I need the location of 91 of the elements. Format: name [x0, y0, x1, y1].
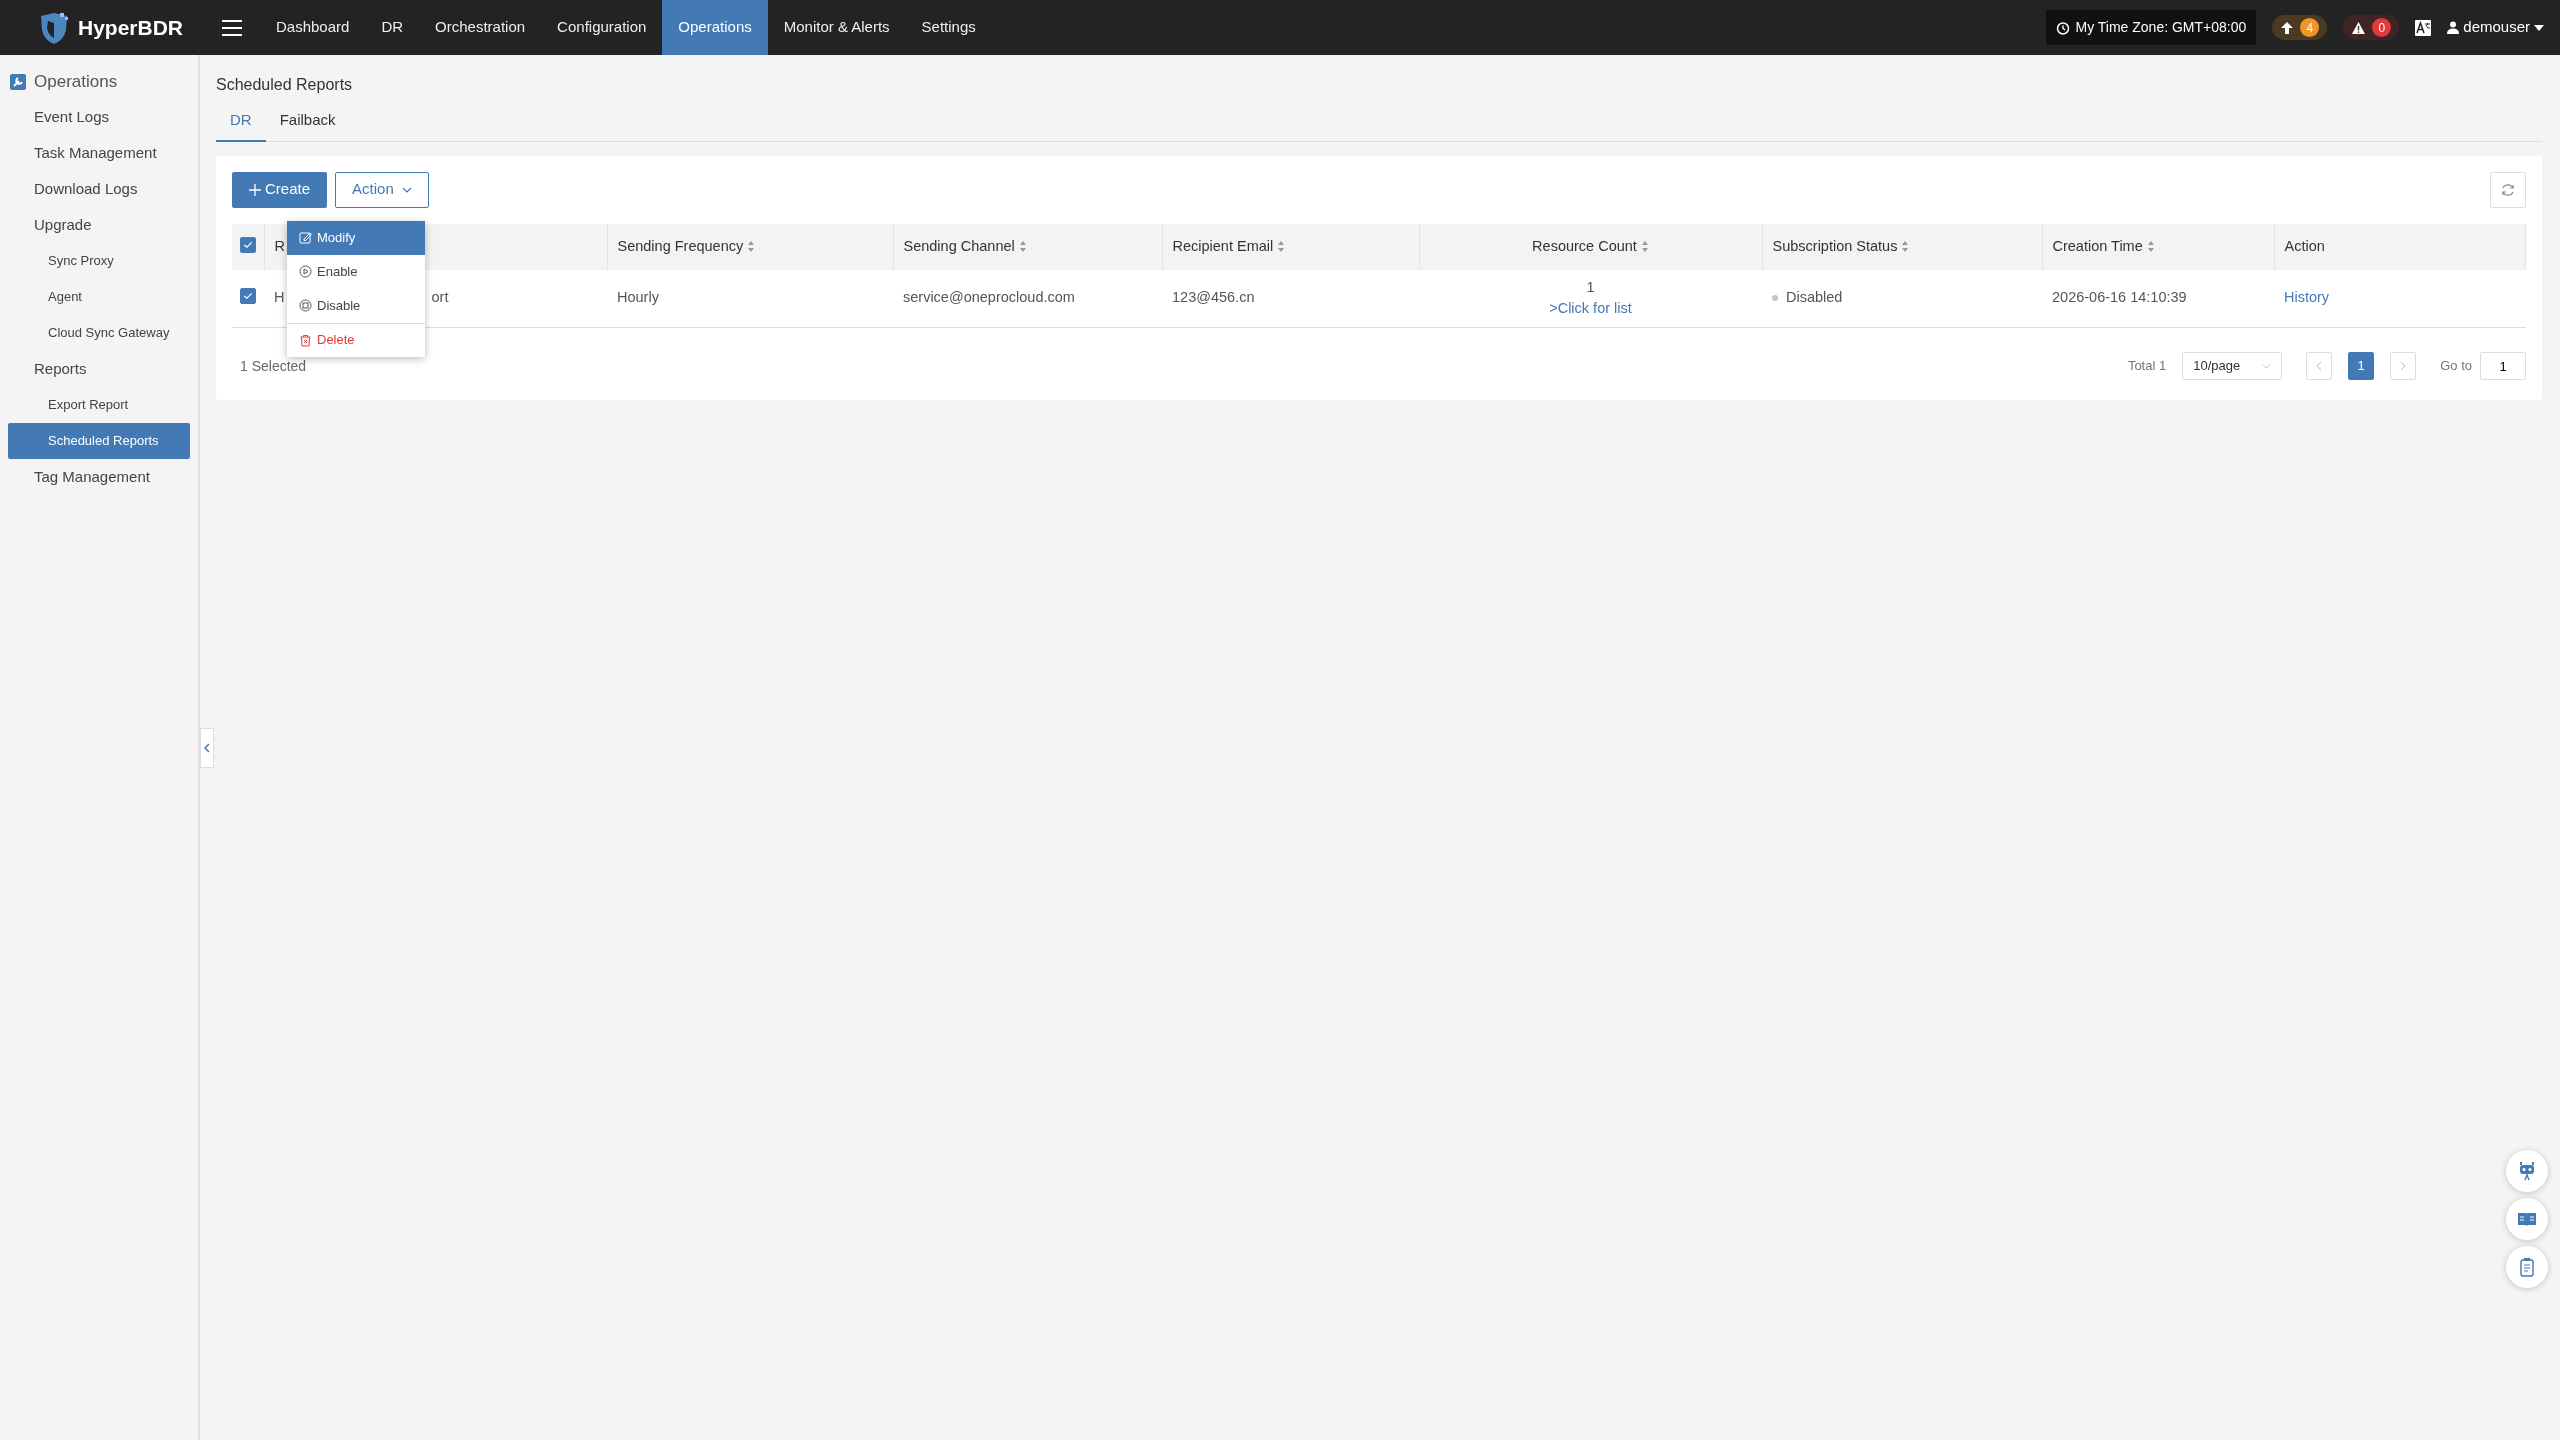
page-size-select[interactable]: 10/page: [2182, 352, 2283, 380]
user-name: demouser: [2463, 17, 2530, 38]
nav-tab[interactable]: Dashboard: [260, 0, 366, 55]
table-cell-text: 1: [1585, 277, 1596, 297]
shield-logo-icon: [38, 10, 70, 45]
page-title: Scheduled Reports: [216, 75, 354, 95]
collapse-handle[interactable]: [200, 728, 214, 768]
sidebar-item[interactable]: Download Logs: [8, 170, 190, 207]
resource-list-link[interactable]: >Click for list: [1549, 300, 1632, 317]
page-button[interactable]: 1: [2348, 352, 2375, 380]
sidebar-item[interactable]: Task Management: [8, 134, 190, 171]
clock-icon: [2055, 20, 2070, 35]
plus-icon: [249, 183, 261, 196]
status-dot: [1772, 295, 1778, 302]
brand-name: HyperBDR: [78, 14, 184, 41]
clipboard-icon: [2517, 1257, 2537, 1277]
sort-icon[interactable]: [1640, 240, 1649, 253]
select-all-checkbox[interactable]: [240, 236, 256, 253]
timezone-label: My Time Zone: GMT+08:00: [2075, 18, 2247, 37]
table-cell-text: ort: [431, 288, 449, 308]
table-cell: service@oneprocloud.com: [903, 289, 1075, 306]
menu-icon[interactable]: [222, 19, 242, 36]
wrench-icon: [10, 73, 26, 90]
next-page-button[interactable]: [2390, 352, 2417, 380]
goto-label: Go to: [2440, 357, 2472, 376]
menu-item[interactable]: Enable: [287, 254, 425, 289]
previous-page-button[interactable]: [2306, 352, 2333, 380]
caret-icon: [2534, 24, 2544, 31]
column-header[interactable]: Resource Count: [1532, 235, 1649, 258]
refresh-button[interactable]: [2490, 171, 2526, 208]
total-count: Total 1: [2127, 357, 2167, 376]
alert-count-badge: 0: [2372, 18, 2392, 37]
nav-tab[interactable]: DR: [365, 0, 420, 55]
tab[interactable]: Failback: [265, 109, 350, 142]
menu-item[interactable]: Delete: [287, 322, 425, 357]
table-cell: 123@456.cn: [1172, 289, 1255, 306]
sidebar-item[interactable]: Scheduled Reports: [8, 422, 190, 459]
page-input[interactable]: 1: [2480, 352, 2526, 380]
sort-icon[interactable]: [1018, 240, 1027, 253]
up-arrow-icon[interactable]: [2280, 20, 2295, 35]
column-header[interactable]: Action: [2284, 235, 2325, 258]
translate-icon[interactable]: [2415, 19, 2432, 36]
nav-tab[interactable]: Settings: [905, 0, 992, 55]
edit-icon: [299, 231, 312, 244]
user-icon: [2447, 21, 2460, 34]
table-cell-text: H: [274, 288, 285, 308]
nav-tab[interactable]: Operations: [662, 0, 768, 55]
trash-icon: [299, 333, 312, 347]
user-menu[interactable]: demouser: [2447, 16, 2544, 39]
chevron-down-icon: [2262, 363, 2272, 369]
nav-tab[interactable]: Orchestration: [419, 0, 542, 55]
sidebar-item[interactable]: Reports: [8, 350, 190, 387]
stop-icon: [299, 299, 312, 312]
play-icon: [299, 265, 312, 278]
sidebar-item[interactable]: Upgrade: [8, 206, 190, 243]
sidebar-title: Operations: [34, 71, 118, 93]
sidebar-item[interactable]: Tag Management: [8, 458, 190, 495]
chevron-left-icon: [204, 743, 210, 753]
sidebar-item[interactable]: Event Logs: [8, 98, 190, 135]
sort-icon[interactable]: [2146, 240, 2155, 253]
row-checkbox[interactable]: [240, 288, 256, 305]
sort-icon[interactable]: [747, 240, 756, 253]
column-header[interactable]: R: [274, 235, 285, 258]
warning-icon[interactable]: [2351, 20, 2367, 35]
sort-icon[interactable]: [1277, 240, 1286, 253]
nav-tab[interactable]: Monitor & Alerts: [767, 0, 906, 55]
menu-item[interactable]: Modify: [287, 220, 425, 255]
tab[interactable]: DR: [216, 109, 266, 142]
floating-button[interactable]: [2506, 1246, 2548, 1288]
create-button[interactable]: Create: [232, 171, 328, 208]
selected-count: 1 Selected: [240, 356, 307, 376]
floating-button[interactable]: [2506, 1198, 2548, 1240]
chevron-down-icon: [401, 186, 412, 193]
chevron-right-icon: [2400, 361, 2407, 371]
table-cell: Hourly: [617, 289, 659, 306]
robot-icon: [2517, 1161, 2537, 1181]
sidebar-item[interactable]: Sync Proxy: [8, 242, 190, 279]
upgrade-count-badge: 4: [2300, 18, 2320, 37]
sidebar-item[interactable]: Export Report: [8, 386, 190, 423]
refresh-icon: [2501, 182, 2515, 197]
chevron-left-icon: [2316, 361, 2323, 371]
sort-icon[interactable]: [1901, 240, 1910, 253]
sidebar-item[interactable]: Agent: [8, 278, 190, 315]
history-link[interactable]: History: [2284, 289, 2330, 306]
table-cell: 2026-06-16 14:10:39: [2052, 289, 2187, 306]
floating-button[interactable]: [2506, 1150, 2548, 1192]
menu-item[interactable]: Disable: [287, 288, 425, 323]
sidebar-item[interactable]: Cloud Sync Gateway: [8, 314, 190, 351]
status-text: Disabled: [1786, 288, 1843, 308]
nav-tab[interactable]: Configuration: [541, 0, 663, 55]
action-dropdown-button[interactable]: Action: [335, 171, 429, 208]
